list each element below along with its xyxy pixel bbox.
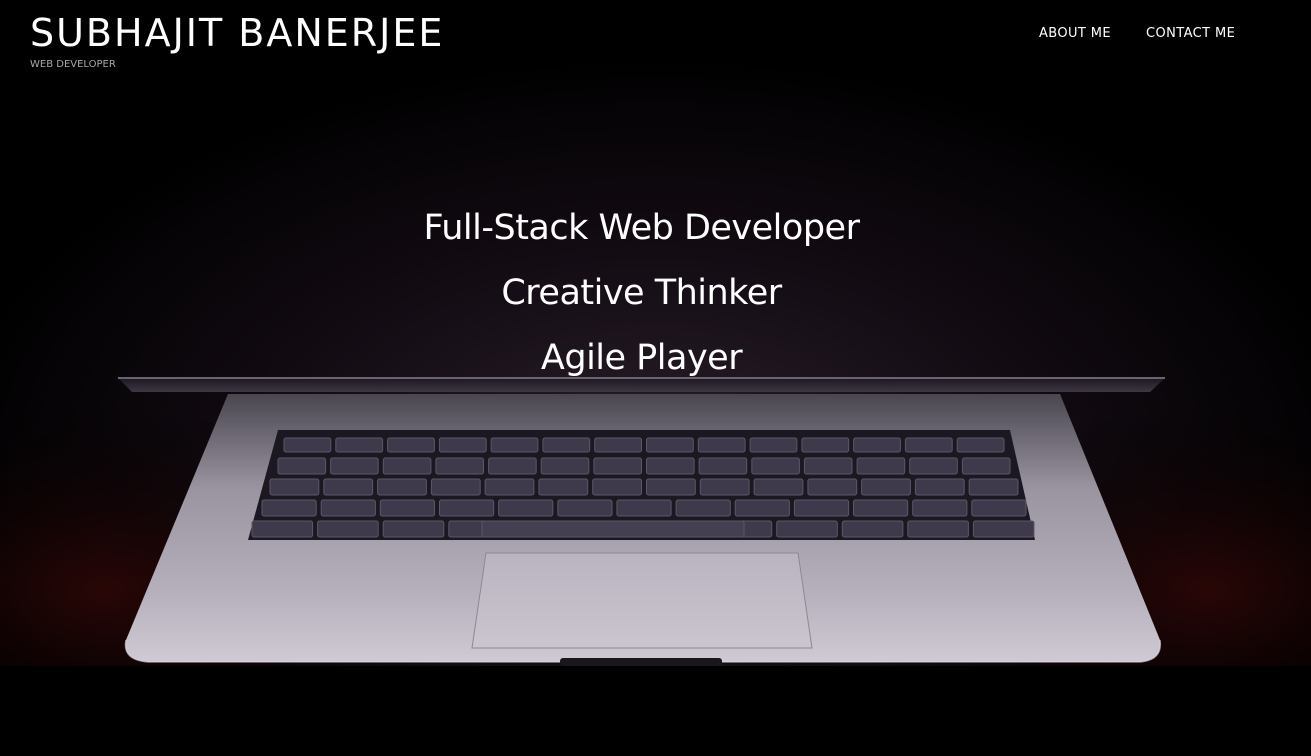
keyboard-key	[330, 457, 379, 475]
keyboard-key	[734, 499, 790, 517]
keyboard-key	[753, 478, 804, 496]
keyboard-key	[490, 437, 539, 453]
keyboard-key	[438, 437, 487, 453]
keyboard-key	[807, 478, 858, 496]
site-tagline: WEB DEVELOPER	[30, 59, 116, 70]
hero-headline: Full-Stack Web Developer	[423, 208, 860, 248]
keyboard-key	[616, 499, 672, 517]
keyboard-key	[335, 437, 384, 453]
keyboard-key	[646, 437, 694, 453]
keyboard-key	[853, 499, 909, 517]
keyboard-key	[909, 457, 958, 475]
keyboard-key	[646, 457, 695, 475]
keyboard-key	[697, 437, 746, 453]
keyboard-key	[914, 478, 965, 496]
page: SUBHAJIT BANERJEE WEB DEVELOPER ABOUT ME…	[0, 0, 1311, 756]
keyboard-key	[594, 437, 643, 453]
keyboard-key	[430, 478, 481, 496]
keyboard-key	[751, 457, 800, 475]
keyboard-key	[956, 437, 1005, 453]
keyboard-key	[540, 457, 590, 475]
keyboard-key	[749, 437, 798, 453]
keyboard-key	[803, 457, 853, 475]
keyboard-key	[856, 457, 906, 475]
keyboard-key	[912, 499, 968, 517]
main-nav: ABOUT ME CONTACT ME	[1039, 25, 1235, 43]
keyboard-key	[498, 499, 554, 517]
keyboard-key	[904, 437, 953, 453]
keyboard-key	[793, 499, 850, 517]
keyboard-key	[382, 520, 445, 538]
keyboard-key	[542, 437, 591, 453]
keyboard-key	[387, 437, 435, 453]
keyboard-key	[801, 437, 850, 453]
keyboard-key	[320, 499, 376, 517]
keyboard-key	[269, 478, 320, 496]
keyboard-key	[972, 520, 1035, 538]
keyboard-key	[277, 457, 327, 475]
brand: SUBHAJIT BANERJEE WEB DEVELOPER	[30, 10, 444, 71]
keyboard-key	[261, 499, 317, 517]
keyboard-key	[699, 478, 750, 496]
keyboard-key	[853, 437, 901, 453]
keyboard-key	[968, 478, 1019, 496]
keyboard-key	[377, 478, 427, 496]
keyboard-key	[776, 520, 838, 538]
keyboard-key	[675, 499, 731, 517]
nav-about-me-link[interactable]: ABOUT ME	[1039, 25, 1111, 43]
keyboard-key	[323, 478, 374, 496]
nav-contact-me-link[interactable]: CONTACT ME	[1146, 25, 1235, 43]
keyboard-key	[841, 520, 904, 538]
hero-headline: Creative Thinker	[501, 273, 782, 313]
hero-headline: Agile Player	[540, 338, 743, 378]
keyboard-key	[592, 478, 643, 496]
keyboard-key	[557, 499, 613, 517]
keyboard-key	[439, 499, 495, 517]
keyboard-key	[971, 499, 1027, 517]
site-title[interactable]: SUBHAJIT BANERJEE	[30, 10, 444, 56]
keyboard-key	[861, 478, 911, 496]
keyboard-key	[593, 457, 643, 475]
keyboard-key	[538, 478, 589, 496]
keyboard-spacebar	[481, 520, 745, 538]
keyboard-key	[283, 437, 332, 453]
keyboard-key	[646, 478, 696, 496]
keyboard-key	[382, 457, 432, 475]
keyboard-key	[961, 457, 1011, 475]
keyboard-key	[435, 457, 484, 475]
keyboard-key	[488, 457, 537, 475]
hero-headlines: Full-Stack Web Developer Creative Thinke…	[0, 196, 1283, 391]
keyboard-key	[317, 520, 379, 538]
keyboard-key	[484, 478, 535, 496]
keyboard-key	[379, 499, 435, 517]
keyboard-key	[698, 457, 748, 475]
keyboard-key	[907, 520, 969, 538]
keyboard-key	[251, 520, 314, 538]
